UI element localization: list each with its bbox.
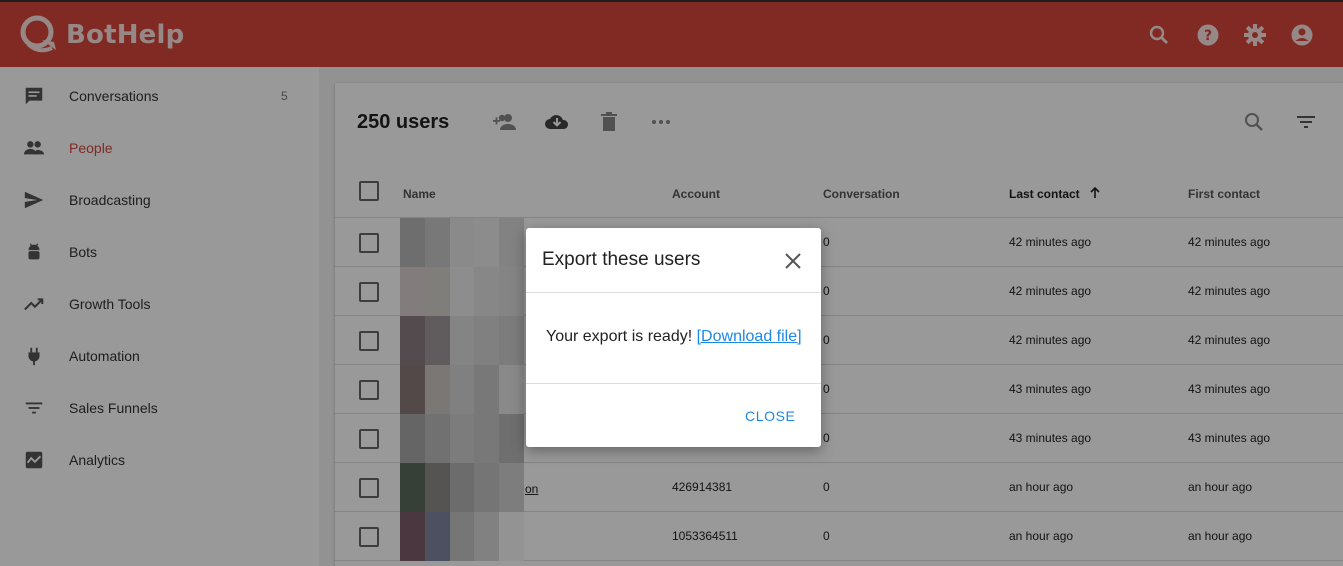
dialog-title: Export these users [542, 249, 701, 270]
close-button[interactable]: CLOSE [745, 408, 795, 424]
divider [526, 292, 821, 293]
divider [526, 383, 821, 384]
close-icon[interactable] [782, 250, 804, 272]
download-file-link[interactable]: [Download file] [697, 328, 802, 345]
export-dialog: Export these users Your export is ready!… [526, 228, 821, 447]
export-ready-text: Your export is ready! [546, 328, 693, 345]
dialog-message: Your export is ready! [Download file] [546, 328, 802, 346]
